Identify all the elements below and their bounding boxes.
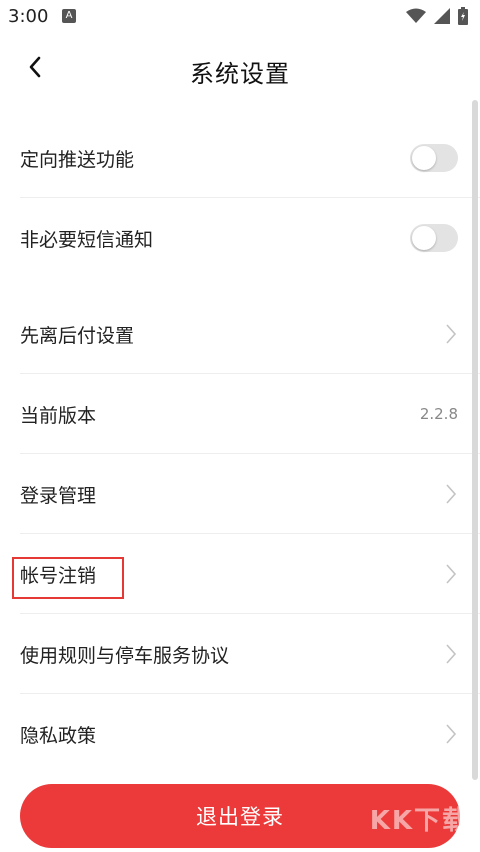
chevron-right-icon — [444, 562, 458, 586]
wifi-icon — [406, 8, 426, 28]
rules-agreement-row[interactable]: 使用规则与停车服务协议 — [0, 614, 480, 694]
pay-later-label: 先离后付设置 — [20, 324, 135, 347]
pay-later-row[interactable]: 先离后付设置 — [0, 294, 480, 374]
sms-setting-label: 非必要短信通知 — [20, 228, 154, 251]
version-row: 当前版本 2.2.8 — [0, 374, 480, 454]
chevron-right-icon — [444, 722, 458, 746]
status-time: 3:00 — [8, 6, 49, 27]
login-management-label: 登录管理 — [20, 484, 97, 507]
push-setting-row: 定向推送功能 — [0, 118, 480, 198]
status-bar: 3:00 A — [0, 0, 480, 34]
push-toggle[interactable] — [410, 144, 458, 172]
status-indicator: A — [62, 9, 76, 23]
scrollbar[interactable] — [472, 100, 478, 780]
logout-button[interactable]: 退出登录 — [20, 784, 460, 848]
chevron-right-icon — [444, 482, 458, 506]
sms-toggle[interactable] — [410, 224, 458, 252]
page-title: 系统设置 — [190, 60, 290, 88]
status-icons — [406, 7, 468, 29]
privacy-policy-row[interactable]: 隐私政策 — [0, 694, 480, 774]
version-label: 当前版本 — [20, 404, 97, 427]
account-cancel-row[interactable]: 帐号注销 — [0, 534, 480, 614]
chevron-right-icon — [444, 322, 458, 346]
account-cancel-label: 帐号注销 — [20, 564, 97, 587]
login-management-row[interactable]: 登录管理 — [0, 454, 480, 534]
signal-icon — [434, 8, 450, 28]
chevron-right-icon — [444, 642, 458, 666]
rules-agreement-label: 使用规则与停车服务协议 — [20, 644, 230, 667]
push-setting-label: 定向推送功能 — [20, 148, 135, 171]
version-value: 2.2.8 — [419, 405, 458, 423]
battery-icon — [458, 7, 468, 29]
sms-setting-row: 非必要短信通知 — [0, 198, 480, 278]
settings-content: 定向推送功能 非必要短信通知 先离后付设置 当前版本 2.2.8 登录管理 帐号… — [0, 104, 480, 852]
nav-bar: 系统设置 — [0, 34, 480, 104]
privacy-policy-label: 隐私政策 — [20, 724, 97, 747]
